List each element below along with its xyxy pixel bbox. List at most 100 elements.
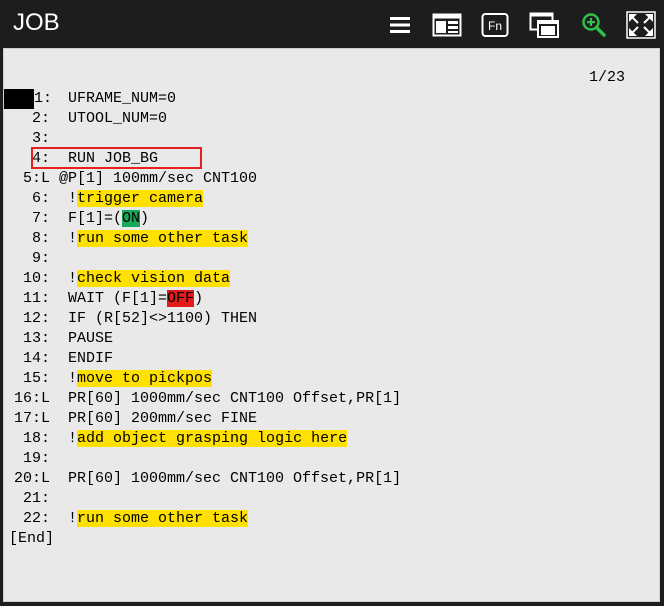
program-line[interactable]: 1: UFRAME_NUM=0 <box>4 89 659 109</box>
program-line[interactable]: 6: !trigger camera <box>4 189 659 209</box>
line-number: 19: <box>22 450 50 467</box>
line-number: 20:L <box>13 470 50 487</box>
end-marker: [End] <box>9 530 55 547</box>
code-text: UFRAME_NUM=0 <box>68 90 177 107</box>
line-number: 14: <box>22 350 50 367</box>
highlighted-code: move to pickpos <box>77 370 213 387</box>
program-line[interactable]: 13: PAUSE <box>4 329 659 349</box>
program-line[interactable]: 11: WAIT (F[1]=OFF) <box>4 289 659 309</box>
annotation-highlight-box <box>31 147 202 169</box>
highlighted-code: run some other task <box>77 510 249 527</box>
line-number: 8: <box>31 230 50 247</box>
highlighted-code: run some other task <box>77 230 249 247</box>
highlighted-code: ON <box>122 210 141 227</box>
line-number: 21: <box>22 490 50 507</box>
code-text: ENDIF <box>68 350 114 367</box>
program-line[interactable]: 15: !move to pickpos <box>4 369 659 389</box>
program-line[interactable]: 12: IF (R[52]<>1100) THEN <box>4 309 659 329</box>
line-number: 18: <box>22 430 50 447</box>
window-title: JOB <box>13 9 60 36</box>
program-line[interactable]: 3: <box>4 129 659 149</box>
line-number: 2: <box>31 110 50 127</box>
line-number: 12: <box>22 310 50 327</box>
line-number: 22: <box>22 510 50 527</box>
code-text: UTOOL_NUM=0 <box>68 110 168 127</box>
program-line[interactable]: 7: F[1]=(ON) <box>4 209 659 229</box>
program-line[interactable]: 22: !run some other task <box>4 509 659 529</box>
program-line[interactable]: 16:L PR[60] 1000mm/sec CNT100 Offset,PR[… <box>4 389 659 409</box>
highlighted-code: add object grasping logic here <box>77 430 348 447</box>
code-text: WAIT (F[1]= <box>68 290 168 307</box>
program-editor[interactable]: 1/23 1: UFRAME_NUM=0 2: UTOOL_NUM=0 3: 4: … <box>3 48 660 602</box>
line-number: 6: <box>31 190 50 207</box>
highlighted-code: trigger camera <box>77 190 204 207</box>
menu-icon[interactable] <box>386 11 414 39</box>
code-text: PAUSE <box>68 330 114 347</box>
line-number: 9: <box>31 250 50 267</box>
zoom-in-icon[interactable] <box>580 11 608 39</box>
line-number: 15: <box>22 370 50 387</box>
code-text: PR[60] 200mm/sec FINE <box>68 410 258 427</box>
line-number: 1: <box>4 89 52 109</box>
highlighted-code: OFF <box>167 290 195 307</box>
program-line[interactable]: 17:L PR[60] 200mm/sec FINE <box>4 409 659 429</box>
code-text: ) <box>194 290 204 307</box>
program-line[interactable]: 9: <box>4 249 659 269</box>
code-text: IF (R[52]<>1100) THEN <box>68 310 258 327</box>
line-number: 11: <box>22 290 50 307</box>
line-number: 3: <box>31 130 50 147</box>
code-text: ! <box>68 510 78 527</box>
code-text: ! <box>68 430 78 447</box>
maximize-icon[interactable] <box>626 11 656 39</box>
code-text: ! <box>68 230 78 247</box>
program-line[interactable]: 10: !check vision data <box>4 269 659 289</box>
line-number: 7: <box>31 210 50 227</box>
program-line[interactable]: 21: <box>4 489 659 509</box>
title-bar: JOB Fn <box>0 0 664 48</box>
program-line[interactable]: 2: UTOOL_NUM=0 <box>4 109 659 129</box>
split-screen-icon[interactable] <box>432 11 462 39</box>
line-number: 17:L <box>13 410 50 427</box>
code-text: PR[60] 1000mm/sec CNT100 Offset,PR[1] <box>68 390 402 407</box>
fn-icon-label: Fn <box>488 19 502 33</box>
line-number: 5:L <box>22 170 50 187</box>
code-text: @P[1] 100mm/sec CNT100 <box>59 170 258 187</box>
line-number: 10: <box>22 270 50 287</box>
line-number: 16:L <box>13 390 50 407</box>
line-number: 13: <box>22 330 50 347</box>
code-text: ! <box>68 190 78 207</box>
code-text: ) <box>140 210 150 227</box>
window-select-icon[interactable] <box>529 11 559 39</box>
program-line[interactable]: 8: !run some other task <box>4 229 659 249</box>
line-counter: 1/23 <box>588 69 625 86</box>
highlighted-code: check vision data <box>77 270 231 287</box>
program-line[interactable]: 18: !add object grasping logic here <box>4 429 659 449</box>
code-text: F[1]=( <box>68 210 123 227</box>
program-line[interactable]: 20:L PR[60] 1000mm/sec CNT100 Offset,PR[… <box>4 469 659 489</box>
program-line[interactable]: 5:L @P[1] 100mm/sec CNT100 <box>4 169 659 189</box>
fn-icon[interactable]: Fn <box>481 11 509 39</box>
program-line[interactable]: 14: ENDIF <box>4 349 659 369</box>
program-line[interactable]: 19: <box>4 449 659 469</box>
